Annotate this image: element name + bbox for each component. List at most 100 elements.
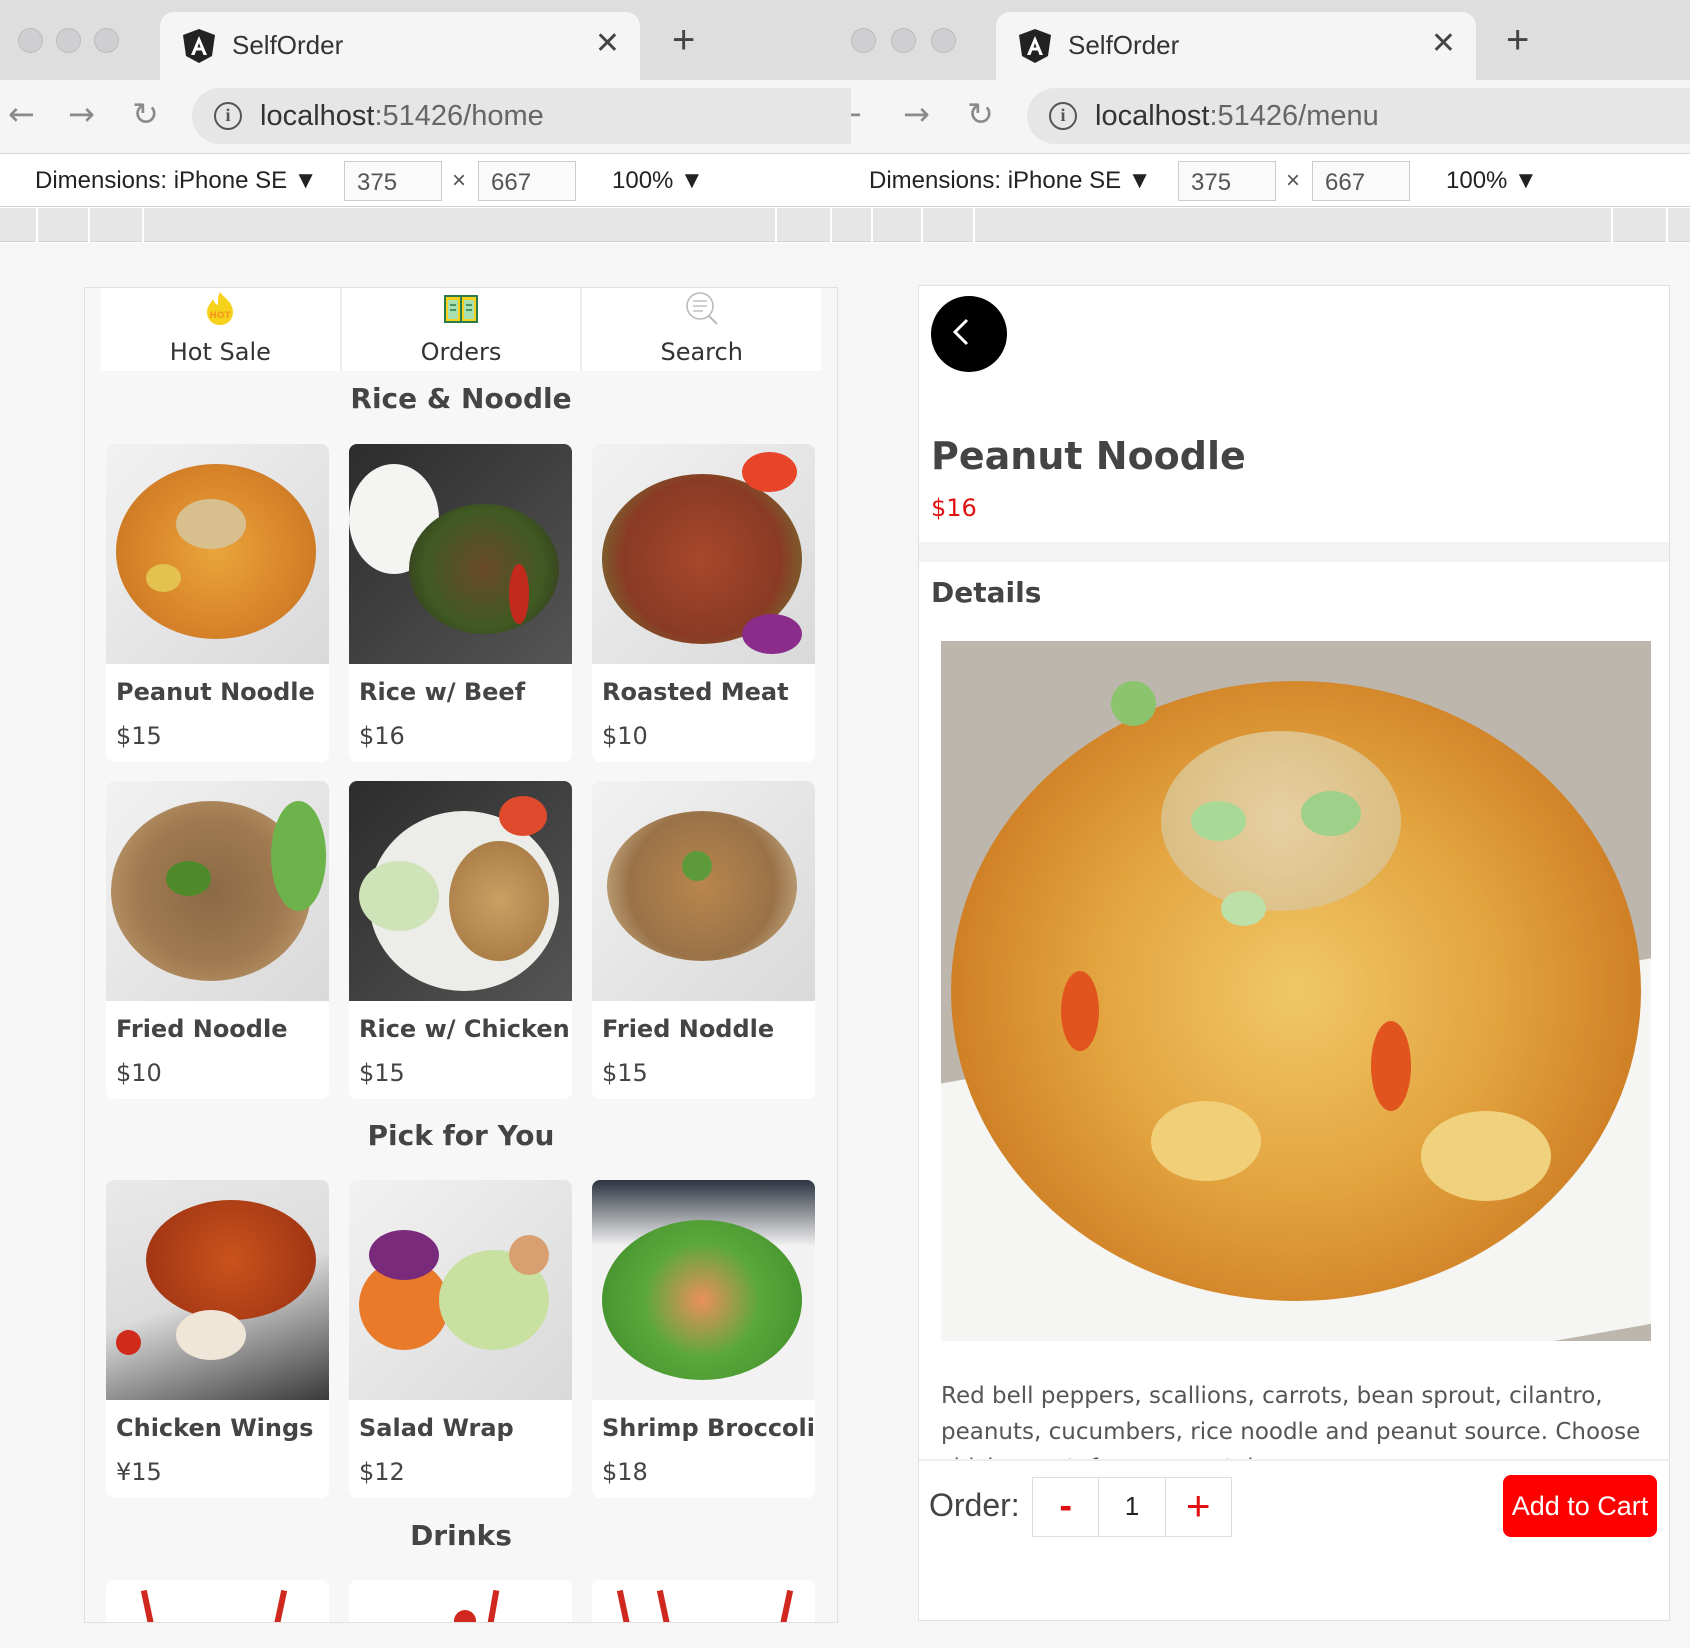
device-toolbar: Dimensions: iPhone SE ▼ 375 × 667 100% ▼: [851, 155, 1690, 207]
ruler-segment[interactable]: [1666, 208, 1668, 242]
ruler-segment[interactable]: [36, 208, 38, 242]
nav-orders[interactable]: Orders: [342, 288, 583, 371]
item-name: Shrimp Broccoli: [602, 1414, 815, 1442]
increase-quantity-button[interactable]: +: [1166, 1478, 1231, 1536]
media-query-ruler: [0, 208, 851, 242]
item-price: ¥15: [116, 1458, 162, 1486]
roasted-meat-photo: [592, 444, 815, 664]
item-detail-screen: Peanut Noodle $16 Details Red bell peppe…: [918, 285, 1670, 1621]
reload-icon[interactable]: ↻: [967, 98, 994, 130]
add-to-cart-button[interactable]: Add to Cart: [1503, 1475, 1657, 1537]
window-minimize-light[interactable]: [56, 28, 81, 53]
tab-close-icon[interactable]: ✕: [1431, 26, 1456, 61]
menu-item-card[interactable]: Rice w/ Chicken $15: [349, 781, 572, 1099]
rice-chicken-photo: [349, 781, 572, 1001]
menu-item-card[interactable]: Roasted Meat $10: [592, 444, 815, 762]
straw-graphic: [776, 1589, 794, 1622]
url-path: :51426/home: [374, 100, 544, 132]
forward-arrow-icon[interactable]: →: [903, 98, 930, 130]
device-height-input[interactable]: 667: [478, 161, 576, 201]
ruler-segment[interactable]: [1611, 208, 1613, 242]
item-price: $15: [359, 1059, 405, 1087]
menu-item-card[interactable]: Salad Wrap $12: [349, 1180, 572, 1498]
fried-noodle-photo: [106, 781, 329, 1001]
back-arrow-icon[interactable]: ←: [8, 98, 35, 130]
hot-flame-icon: HOT: [207, 292, 234, 325]
straw-graphic: [656, 1589, 674, 1622]
ruler-segment[interactable]: [142, 208, 144, 242]
menu-item-card[interactable]: Rice w/ Beef $16: [349, 444, 572, 762]
window-zoom-light[interactable]: [931, 28, 956, 53]
drink-item-card[interactable]: [349, 1580, 572, 1622]
address-bar[interactable]: i localhost:51426/menu: [1027, 88, 1690, 144]
decrease-quantity-button[interactable]: -: [1033, 1478, 1100, 1536]
url-host: localhost: [1095, 100, 1210, 132]
back-arrow-icon[interactable]: ←: [851, 98, 862, 130]
quantity-stepper: - 1 +: [1032, 1477, 1232, 1537]
dimension-times-icon: ×: [452, 167, 467, 194]
browser-tab[interactable]: SelfOrder ✕: [996, 12, 1476, 82]
ruler-segment[interactable]: [775, 208, 777, 242]
item-price: $12: [359, 1458, 405, 1486]
menu-item-card[interactable]: Fried Noddle $15: [592, 781, 815, 1099]
back-button[interactable]: [931, 296, 1007, 372]
ruler-segment[interactable]: [921, 208, 923, 242]
device-select[interactable]: Dimensions: iPhone SE ▼: [869, 167, 1152, 195]
device-select[interactable]: Dimensions: iPhone SE ▼: [35, 167, 318, 195]
chicken-wings-photo: [106, 1180, 329, 1400]
device-width-input[interactable]: 375: [1178, 161, 1276, 201]
device-toolbar: Dimensions: iPhone SE ▼ 375 × 667 100% ▼: [0, 155, 851, 207]
site-info-icon[interactable]: i: [214, 102, 242, 130]
item-title: Peanut Noodle: [931, 434, 1246, 478]
window-minimize-light[interactable]: [891, 28, 916, 53]
item-price: $18: [602, 1458, 648, 1486]
new-tab-icon[interactable]: +: [672, 20, 695, 60]
peanut-noodle-photo: [106, 444, 329, 664]
zoom-select[interactable]: 100% ▼: [612, 167, 704, 195]
page-viewport: HOT Hot Sale Orders Search Rice & Noodle…: [0, 243, 851, 1648]
window-zoom-light[interactable]: [94, 28, 119, 53]
tab-close-icon[interactable]: ✕: [595, 26, 620, 61]
tab-strip: SelfOrder ✕ +: [0, 0, 851, 82]
item-name: Rice w/ Chicken: [359, 1015, 570, 1043]
browser-tab[interactable]: SelfOrder ✕: [160, 12, 640, 82]
zoom-select[interactable]: 100% ▼: [1446, 167, 1538, 195]
item-name: Peanut Noodle: [116, 678, 315, 706]
ruler-segment[interactable]: [830, 208, 832, 242]
drink-item-card[interactable]: [592, 1580, 815, 1622]
straw-graphic: [140, 1589, 158, 1622]
media-query-ruler: [851, 208, 1690, 242]
device-width-input[interactable]: 375: [344, 161, 442, 201]
nav-search[interactable]: Search: [582, 288, 821, 371]
forward-arrow-icon[interactable]: →: [68, 98, 95, 130]
rice-beef-photo: [349, 444, 572, 664]
menu-item-card[interactable]: Shrimp Broccoli $18: [592, 1180, 815, 1498]
menu-item-card[interactable]: Fried Noodle $10: [106, 781, 329, 1099]
address-bar[interactable]: i localhost:51426/home: [192, 88, 851, 144]
nav-hot-sale[interactable]: HOT Hot Sale: [101, 288, 342, 371]
window-close-light[interactable]: [851, 28, 876, 53]
straw-graphic: [270, 1589, 288, 1622]
straw-graphic: [616, 1589, 634, 1622]
order-bar: Order: - 1 + Add to Cart: [919, 1459, 1669, 1549]
new-tab-icon[interactable]: +: [1506, 20, 1529, 60]
section-title: Rice & Noodle: [350, 382, 572, 415]
order-label: Order:: [929, 1487, 1020, 1523]
reload-icon[interactable]: ↻: [132, 98, 159, 130]
url-host: localhost: [260, 100, 375, 132]
ruler-segment[interactable]: [871, 208, 873, 242]
quantity-value[interactable]: 1: [1099, 1478, 1166, 1536]
url-text: localhost:51426/menu: [1095, 100, 1379, 133]
site-info-icon[interactable]: i: [1049, 102, 1077, 130]
drink-item-card[interactable]: [106, 1580, 329, 1622]
window-close-light[interactable]: [18, 28, 43, 53]
ruler-segment[interactable]: [973, 208, 975, 242]
device-height-input[interactable]: 667: [1312, 161, 1410, 201]
item-name: Chicken Wings: [116, 1414, 314, 1442]
item-name: Fried Noddle: [602, 1015, 775, 1043]
menu-item-card[interactable]: Peanut Noodle $15: [106, 444, 329, 762]
hot-badge-text: HOT: [210, 311, 232, 321]
ruler-segment[interactable]: [88, 208, 90, 242]
menu-item-card[interactable]: Chicken Wings ¥15: [106, 1180, 329, 1498]
angular-logo-icon: [183, 29, 215, 63]
